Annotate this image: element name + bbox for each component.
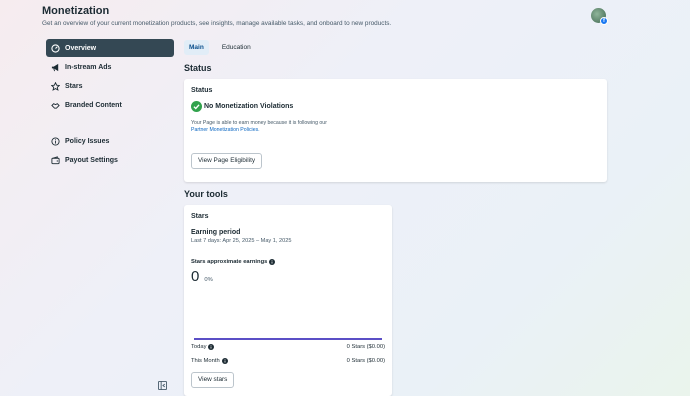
sidebar-item-overview[interactable]: Overview [46, 39, 174, 57]
page-header: Monetization Get an overview of your cur… [42, 5, 391, 27]
sidebar-item-label: Policy Issues [65, 137, 110, 145]
view-page-eligibility-button[interactable]: View Page Eligibility [191, 153, 263, 169]
approx-earnings-label: Stars approximate earnings [191, 259, 268, 265]
earnings-change: 0% [204, 277, 213, 283]
sidebar-item-stars[interactable]: Stars [46, 77, 174, 95]
sidebar-item-label: Branded Content [65, 101, 122, 109]
month-row: This Month 0 Stars ($0.00) [191, 358, 385, 364]
tab-main[interactable]: Main [184, 40, 209, 55]
month-value: 0 Stars ($0.00) [346, 358, 385, 364]
tab-education[interactable]: Education [217, 40, 256, 55]
today-label: Today [191, 344, 207, 350]
sidebar-item-label: Overview [65, 44, 97, 52]
sidebar-item-label: Stars [65, 82, 83, 90]
status-description-text: Your Page is able to earn money because … [191, 120, 327, 126]
tab-bar: Main Education [184, 40, 264, 55]
earnings-value-block: 0 0% [191, 268, 213, 285]
status-card: Status No Monetization Violations Your P… [184, 79, 607, 182]
overview-icon [51, 43, 60, 53]
sidebar: Overview In-stream Ads Stars Branded Con… [46, 39, 174, 170]
avatar[interactable]: f [591, 8, 608, 25]
status-card-title: Status [191, 87, 213, 94]
earnings-value: 0 [191, 268, 200, 285]
facebook-badge-icon: f [600, 17, 608, 25]
approx-earnings-header: Stars approximate earnings [191, 259, 276, 265]
megaphone-icon [51, 63, 59, 71]
wallet-icon [51, 155, 60, 164]
stars-card: Stars Earning period Last 7 days: Apr 25… [184, 205, 392, 396]
sidebar-item-in-stream-ads[interactable]: In-stream Ads [46, 58, 174, 76]
partner-policies-link[interactable]: Partner Monetization Policies. [191, 127, 327, 134]
today-row: Today 0 Stars ($0.00) [191, 344, 385, 350]
sidebar-item-label: In-stream Ads [65, 63, 112, 71]
page-subtitle: Get an overview of your current monetiza… [42, 20, 392, 27]
earning-period-range: Last 7 days: Apr 25, 2025 – May 1, 2025 [191, 238, 292, 244]
info-icon[interactable] [221, 358, 228, 364]
handshake-icon [51, 102, 60, 109]
status-description: Your Page is able to earn money because … [191, 120, 327, 133]
info-icon[interactable] [269, 259, 276, 265]
today-value: 0 Stars ($0.00) [346, 344, 385, 350]
info-icon [51, 136, 60, 146]
collapse-sidebar-icon[interactable] [158, 381, 167, 390]
earning-period-label: Earning period [191, 229, 241, 236]
status-heading: Status [184, 63, 212, 73]
info-icon[interactable] [208, 344, 215, 350]
sidebar-item-policy-issues[interactable]: Policy Issues [46, 132, 174, 150]
sidebar-item-label: Payout Settings [65, 156, 118, 164]
violation-label: No Monetization Violations [204, 103, 294, 110]
violation-status: No Monetization Violations [191, 101, 293, 112]
earnings-chart-line [194, 338, 382, 340]
your-tools-heading: Your tools [184, 189, 228, 199]
star-icon [51, 81, 60, 91]
view-stars-button[interactable]: View stars [191, 372, 235, 388]
sidebar-item-branded-content[interactable]: Branded Content [46, 96, 174, 114]
check-circle-icon [191, 101, 202, 112]
page-title: Monetization [42, 5, 110, 17]
sidebar-item-payout-settings[interactable]: Payout Settings [46, 151, 174, 169]
month-label: This Month [191, 358, 220, 364]
stars-card-title: Stars [191, 213, 209, 220]
